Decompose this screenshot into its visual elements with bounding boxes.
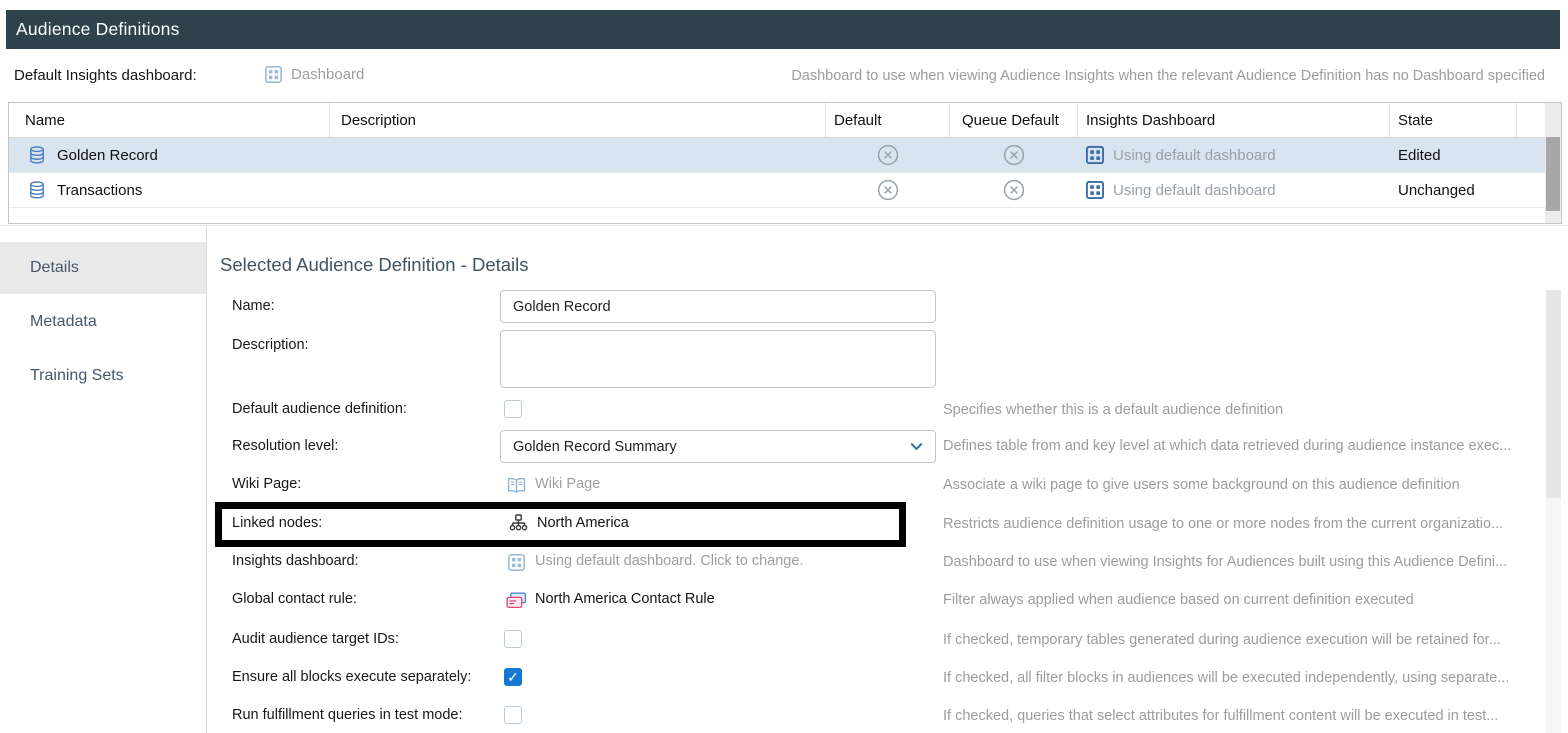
dashboard-icon (265, 66, 282, 83)
sidebar-item-training-sets[interactable]: Training Sets (0, 350, 206, 402)
page-title: Audience Definitions (6, 10, 1560, 49)
ensure-all-blocks-execute-separately-checkbox[interactable]: ✓ (504, 668, 522, 686)
global-contact-rule-label: Global contact rule: (232, 591, 357, 607)
default-not-set-icon (826, 173, 950, 207)
run-fulfillment-queries-hint: If checked, queries that select attribut… (943, 708, 1498, 724)
linked-nodes-icon[interactable] (509, 514, 528, 532)
dashboard-icon (1086, 146, 1104, 164)
audience-definitions-page: Audience Definitions Default Insights da… (0, 0, 1568, 733)
database-icon (29, 146, 45, 164)
default-audience-definition-label: Default audience definition: (232, 401, 407, 417)
audit-audience-target-ids-hint: If checked, temporary tables generated d… (943, 632, 1501, 648)
queue-default-not-set-icon (950, 173, 1078, 207)
row-description (330, 138, 826, 172)
name-label: Name: (232, 298, 275, 314)
row-description (330, 173, 826, 207)
resolution-level-value: Golden Record Summary (513, 439, 910, 455)
column-header-queue-default[interactable]: Queue Default (950, 103, 1078, 137)
database-icon (29, 181, 45, 199)
sidebar-tabs: Details Metadata Training Sets (0, 226, 207, 733)
default-insights-dashboard-label: Default Insights dashboard: (14, 67, 197, 84)
table-row-transactions[interactable]: Transactions (9, 173, 1546, 208)
audience-definitions-table: Name Description Default Queue Default I… (8, 102, 1562, 224)
wiki-book-icon[interactable] (507, 477, 526, 494)
row-insights-dashboard: Using default dashboard (1113, 147, 1276, 164)
wiki-page-value[interactable]: Wiki Page (535, 476, 600, 492)
default-audience-definition-hint: Specifies whether this is a default audi… (943, 402, 1283, 418)
column-header-default[interactable]: Default (826, 103, 950, 137)
name-input[interactable] (500, 290, 936, 323)
description-label: Description: (232, 337, 309, 353)
default-dashboard-hint: Dashboard to use when viewing Audience I… (791, 68, 1545, 84)
audit-audience-target-ids-checkbox[interactable]: ✓ (504, 630, 522, 648)
table-body: Golden Record (9, 138, 1561, 208)
audit-audience-target-ids-label: Audit audience target IDs: (232, 631, 399, 647)
chevron-down-icon (910, 442, 923, 451)
column-header-filler (1517, 103, 1546, 137)
ensure-all-blocks-execute-separately-label: Ensure all blocks execute separately: (232, 669, 471, 685)
row-name: Golden Record (57, 147, 158, 164)
wiki-page-label: Wiki Page: (232, 476, 301, 492)
panel-scrollbar-thumb[interactable] (1546, 290, 1561, 498)
column-header-name[interactable]: Name (9, 103, 330, 137)
row-insights-dashboard: Using default dashboard (1113, 182, 1276, 199)
sidebar-item-details[interactable]: Details (0, 242, 206, 294)
insights-dashboard-label: Insights dashboard: (232, 553, 359, 569)
insights-dashboard-hint: Dashboard to use when viewing Insights f… (943, 554, 1507, 570)
ensure-all-blocks-execute-separately-hint: If checked, all filter blocks in audienc… (943, 670, 1509, 686)
dashboard-icon (1086, 181, 1104, 199)
panel-scrollbar[interactable] (1546, 290, 1561, 733)
details-panel-title: Selected Audience Definition - Details (220, 254, 529, 276)
default-not-set-icon (826, 138, 950, 172)
wiki-page-hint: Associate a wiki page to give users some… (943, 477, 1460, 493)
column-header-description[interactable]: Description (330, 103, 826, 137)
table-row-golden-record[interactable]: Golden Record (9, 138, 1546, 173)
table-header-row: Name Description Default Queue Default I… (9, 103, 1546, 138)
row-name: Transactions (57, 182, 142, 199)
column-header-insights-dashboard[interactable]: Insights Dashboard (1078, 103, 1390, 137)
description-textarea[interactable] (500, 330, 936, 388)
run-fulfillment-queries-checkbox[interactable]: ✓ (504, 706, 522, 724)
default-dashboard-picker[interactable]: Dashboard (265, 66, 364, 83)
linked-nodes-value[interactable]: North America (537, 515, 629, 531)
linked-nodes-label: Linked nodes: (232, 515, 322, 531)
table-scrollbar-thumb[interactable] (1546, 137, 1560, 211)
default-audience-definition-checkbox[interactable]: ✓ (504, 400, 522, 418)
contact-rule-icon[interactable] (506, 592, 527, 609)
column-header-state[interactable]: State (1390, 103, 1517, 137)
resolution-level-select[interactable]: Golden Record Summary (500, 430, 936, 463)
table-scrollbar[interactable] (1545, 103, 1561, 223)
row-state: Unchanged (1390, 173, 1517, 207)
default-dashboard-value: Dashboard (291, 66, 364, 83)
row-state: Edited (1390, 138, 1517, 172)
linked-nodes-hint: Restricts audience definition usage to o… (943, 516, 1503, 532)
queue-default-not-set-icon (950, 138, 1078, 172)
dashboard-icon[interactable] (508, 554, 525, 571)
global-contact-rule-hint: Filter always applied when audience base… (943, 592, 1414, 608)
insights-dashboard-value[interactable]: Using default dashboard. Click to change… (535, 553, 803, 569)
global-contact-rule-value[interactable]: North America Contact Rule (535, 591, 715, 607)
run-fulfillment-queries-label: Run fulfillment queries in test mode: (232, 707, 463, 723)
resolution-level-hint: Defines table from and key level at whic… (943, 438, 1511, 454)
resolution-level-label: Resolution level: (232, 438, 338, 454)
sidebar-item-metadata[interactable]: Metadata (0, 296, 206, 348)
